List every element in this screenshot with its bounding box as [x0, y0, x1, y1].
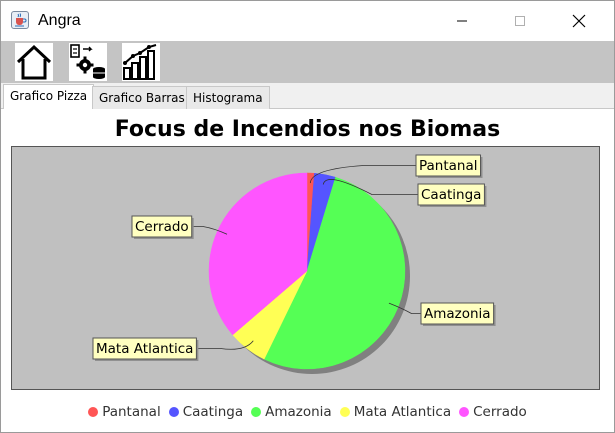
pie-label-pantanal: Pantanal: [419, 158, 478, 174]
minimize-button[interactable]: [433, 1, 491, 41]
legend-item-amazonia: Amazonia: [251, 404, 332, 420]
app-window: Angra Grafico Pizza Grafico Barras Histo…: [0, 0, 615, 433]
title-bar[interactable]: Angra: [1, 1, 614, 41]
legend-label: Caatinga: [182, 404, 244, 420]
tab-grafico-pizza[interactable]: Grafico Pizza: [3, 84, 95, 110]
chart-button[interactable]: [122, 43, 160, 81]
pie-label-caatinga: Caatinga: [421, 187, 481, 203]
legend-item-mata-atlantica: Mata Atlantica: [339, 404, 452, 420]
legend-item-pantanal: Pantanal: [88, 404, 161, 420]
legend-label: Cerrado: [473, 404, 527, 420]
legend-swatch: [251, 407, 262, 417]
pie-chart-panel: Focus de Incendios nos Biomas Pantanal Ca…: [1, 109, 614, 432]
pie-label-amazonia: Amazonia: [424, 306, 491, 322]
maximize-button[interactable]: [491, 1, 549, 41]
tab-grafico-barras[interactable]: Grafico Barras: [92, 86, 192, 109]
legend-swatch: [339, 407, 350, 417]
legend-swatch: [459, 407, 470, 417]
plot-area: Pantanal Caatinga Amazonia Mata Atlantica Ce…: [11, 146, 600, 390]
legend-label: Amazonia: [265, 404, 332, 420]
legend-label: Pantanal: [102, 404, 161, 420]
database-settings-icon: [70, 44, 105, 79]
pie-label-mata-atlantica: Mata Atlantica: [96, 341, 193, 357]
legend-label: Mata Atlantica: [353, 404, 452, 420]
pie-chart: Pantanal Caatinga Amazonia Mata Atlantica Ce…: [92, 154, 496, 374]
minimize-icon: [457, 20, 467, 22]
home-icon: [16, 44, 52, 80]
chart-legend: Pantanal Caatinga Amazonia Mata Atlantic…: [1, 402, 614, 422]
database-settings-button[interactable]: [69, 43, 107, 81]
close-button[interactable]: [550, 1, 608, 41]
legend-swatch: [168, 407, 179, 417]
chart-title: Focus de Incendios nos Biomas: [114, 117, 501, 142]
legend-item-caatinga: Caatinga: [168, 404, 244, 420]
legend-item-cerrado: Cerrado: [459, 404, 527, 420]
bar-chart-growth-icon: [123, 44, 157, 80]
tab-histograma[interactable]: Histograma: [186, 86, 270, 109]
tab-strip: Grafico Pizza Grafico Barras Histograma: [1, 83, 614, 110]
close-icon: [572, 14, 586, 28]
maximize-icon: [515, 16, 525, 26]
java-coffee-cup-icon: [11, 11, 29, 29]
home-button[interactable]: [15, 43, 53, 81]
window-title: Angra: [38, 12, 81, 29]
toolbar: [1, 41, 614, 83]
legend-swatch: [88, 407, 99, 417]
pie-label-cerrado: Cerrado: [135, 219, 189, 235]
